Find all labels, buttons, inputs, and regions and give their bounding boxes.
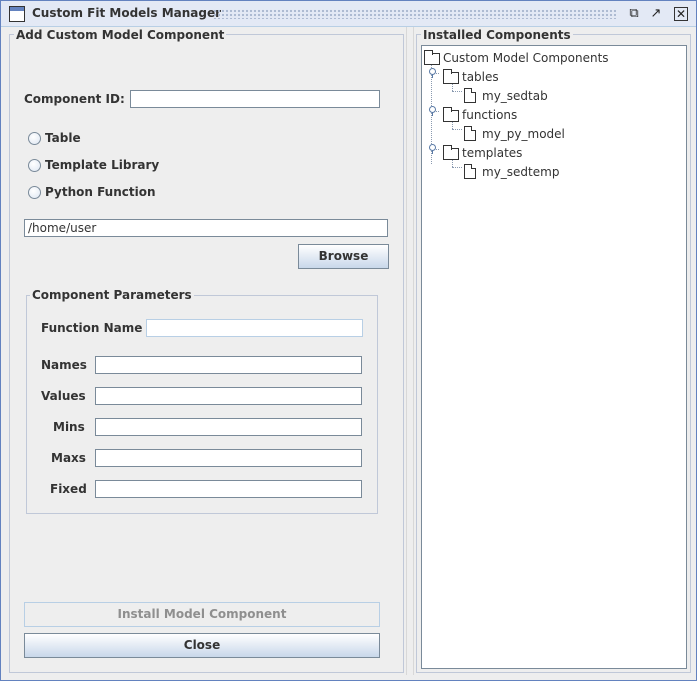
mins-label: Mins xyxy=(53,420,85,434)
path-field[interactable] xyxy=(24,219,388,237)
tree-folder-label: functions xyxy=(462,108,518,122)
add-component-title: Add Custom Model Component xyxy=(14,28,227,42)
close-button[interactable]: Close xyxy=(24,633,380,658)
maxs-field[interactable] xyxy=(95,449,362,467)
maxs-label: Maxs xyxy=(51,451,86,465)
file-icon xyxy=(464,126,476,141)
component-id-field[interactable] xyxy=(130,90,380,108)
expand-toggle-icon[interactable] xyxy=(428,106,437,116)
function-name-label: Function Name xyxy=(41,321,143,335)
values-label: Values xyxy=(41,389,86,403)
file-icon xyxy=(464,164,476,179)
radio-template-library-label: Template Library xyxy=(45,158,160,172)
tree-folder-label: tables xyxy=(462,70,499,84)
file-icon xyxy=(464,88,476,103)
radio-table[interactable] xyxy=(28,132,41,145)
names-field[interactable] xyxy=(95,356,362,374)
add-component-panel: Add Custom Model Component Component ID:… xyxy=(9,27,405,675)
window-title: Custom Fit Models Manager xyxy=(32,6,222,20)
folder-icon xyxy=(443,107,459,122)
maximize-icon[interactable]: ↗ xyxy=(649,7,663,21)
names-label: Names xyxy=(41,358,87,372)
installed-title: Installed Components xyxy=(421,28,573,42)
parameters-title: Component Parameters xyxy=(30,288,194,302)
mins-field[interactable] xyxy=(95,418,362,436)
tree-root-label: Custom Model Components xyxy=(443,51,609,65)
radio-python-function-label: Python Function xyxy=(45,185,156,199)
browse-button[interactable]: Browse xyxy=(298,244,389,269)
tree-line xyxy=(452,91,462,92)
radio-python-function[interactable] xyxy=(28,186,41,199)
minimize-icon[interactable]: ⧉ xyxy=(627,7,641,21)
tree-item-label: my_sedtab xyxy=(482,89,548,103)
folder-icon xyxy=(424,50,440,65)
fixed-label: Fixed xyxy=(50,482,87,496)
title-grip xyxy=(213,9,616,19)
tree-line xyxy=(452,129,462,130)
component-id-label: Component ID: xyxy=(24,92,125,106)
tree-folder-label: templates xyxy=(462,146,523,160)
app-window: Custom Fit Models Manager ⧉ ↗ ✕ Add Cust… xyxy=(0,0,697,681)
radio-table-label: Table xyxy=(45,131,81,145)
fixed-field[interactable] xyxy=(95,480,362,498)
component-tree[interactable]: Custom Model Components tables my_sedtab… xyxy=(421,45,687,669)
install-component-button[interactable]: Install Model Component xyxy=(24,602,380,627)
tree-item-label: my_py_model xyxy=(482,127,565,141)
values-field[interactable] xyxy=(95,387,362,405)
close-icon[interactable]: ✕ xyxy=(674,7,688,21)
expand-toggle-icon[interactable] xyxy=(428,144,437,154)
function-name-field[interactable] xyxy=(146,319,363,337)
split-pane-divider[interactable] xyxy=(406,27,414,675)
radio-template-library[interactable] xyxy=(28,159,41,172)
installed-components-panel: Installed Components Custom Model Compon… xyxy=(416,27,692,675)
window-icon xyxy=(9,6,25,22)
expand-toggle-icon[interactable] xyxy=(428,68,437,78)
tree-item-label: my_sedtemp xyxy=(482,165,560,179)
tree-line xyxy=(452,167,462,168)
folder-icon xyxy=(443,145,459,160)
folder-icon xyxy=(443,69,459,84)
title-bar[interactable]: Custom Fit Models Manager ⧉ ↗ ✕ xyxy=(1,1,696,27)
